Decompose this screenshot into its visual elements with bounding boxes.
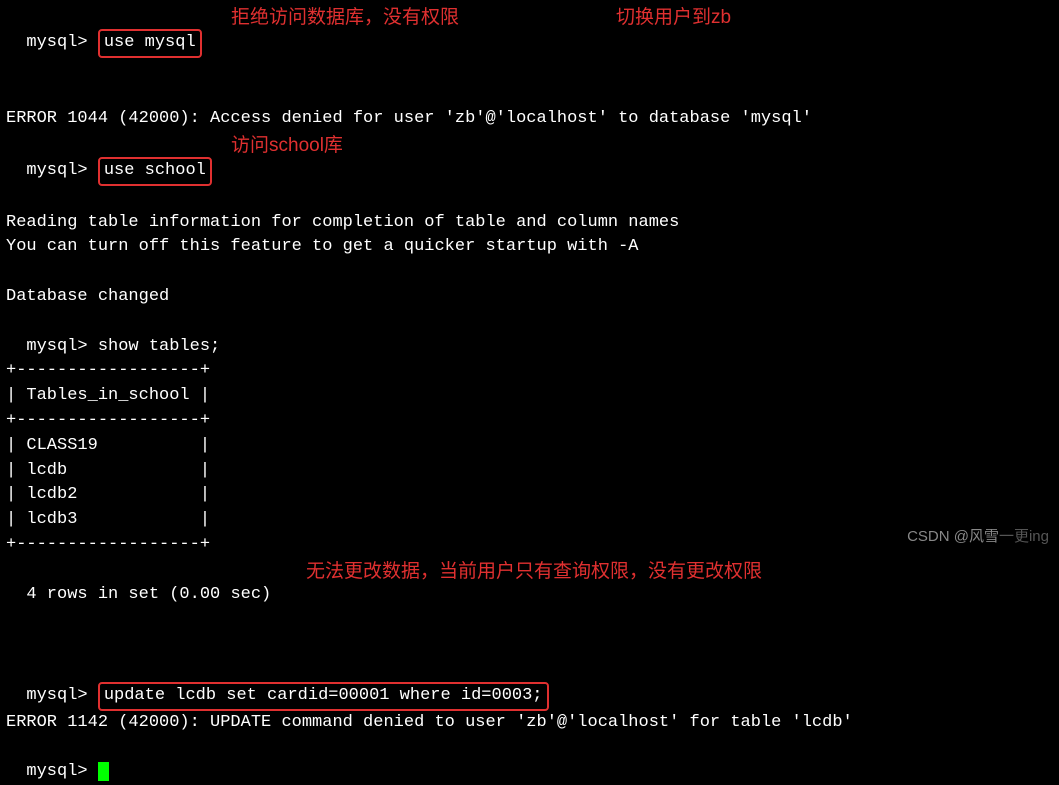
table-border-top: +------------------+: [6, 359, 1053, 384]
terminal-cursor[interactable]: [98, 762, 109, 781]
line-use-school: mysql> use school 访问school库: [6, 132, 1053, 210]
row-count: 4 rows in set (0.00 sec) 无法更改数据，当前用户只有查询…: [6, 558, 1053, 632]
mysql-prompt: mysql>: [26, 686, 97, 705]
annotation-access-school: 访问school库: [231, 132, 343, 160]
table-border-mid: +------------------+: [6, 409, 1053, 434]
blank-line: [6, 260, 1053, 285]
csdn-watermark: CSDN @风雪一更ing: [907, 526, 1049, 548]
mysql-prompt: mysql>: [26, 161, 97, 180]
line-update: mysql> update lcdb set cardid=00001 wher…: [6, 657, 1053, 711]
watermark-faint: 一更ing: [999, 528, 1049, 545]
table-row: | CLASS19 |: [6, 434, 1053, 459]
line-use-mysql: mysql> use mysql 拒绝访问数据库，没有权限 切换用户到zb: [6, 4, 1053, 107]
mysql-prompt: mysql>: [26, 337, 97, 356]
table-header: | Tables_in_school |: [6, 384, 1053, 409]
reading-info-2: You can turn off this feature to get a q…: [6, 235, 1053, 260]
table-row: | lcdb |: [6, 459, 1053, 484]
cmd-update: update lcdb set cardid=00001 where id=00…: [104, 686, 543, 705]
table-row: | lcdb3 |: [6, 508, 1053, 533]
database-changed: Database changed: [6, 285, 1053, 310]
annotation-denied: 拒绝访问数据库，没有权限: [231, 4, 459, 32]
cmd-use-school-box: use school: [98, 157, 212, 186]
line-prompt-cursor: mysql>: [6, 736, 1053, 785]
cmd-use-mysql-box: use mysql: [98, 29, 202, 58]
watermark-main: CSDN @风雪: [907, 528, 999, 545]
cmd-use-school: use school: [104, 161, 206, 180]
cmd-show-tables: show tables;: [98, 337, 220, 356]
error-1142: ERROR 1142 (42000): UPDATE command denie…: [6, 711, 1053, 736]
cmd-update-box: update lcdb set cardid=00001 where id=00…: [98, 682, 549, 711]
reading-info-1: Reading table information for completion…: [6, 211, 1053, 236]
annotation-switch-user: 切换用户到zb: [616, 4, 731, 32]
line-show-tables: mysql> show tables;: [6, 310, 1053, 360]
mysql-prompt: mysql>: [26, 762, 97, 781]
table-border-bottom: +------------------+: [6, 533, 1053, 558]
table-row: | lcdb2 |: [6, 483, 1053, 508]
cmd-use-mysql: use mysql: [104, 33, 196, 52]
annotation-no-update-perm: 无法更改数据，当前用户只有查询权限，没有更改权限: [306, 558, 762, 586]
row-count-text: 4 rows in set (0.00 sec): [26, 585, 271, 604]
error-1044: ERROR 1044 (42000): Access denied for us…: [6, 107, 1053, 132]
mysql-prompt: mysql>: [26, 33, 97, 52]
blank-line: [6, 632, 1053, 657]
